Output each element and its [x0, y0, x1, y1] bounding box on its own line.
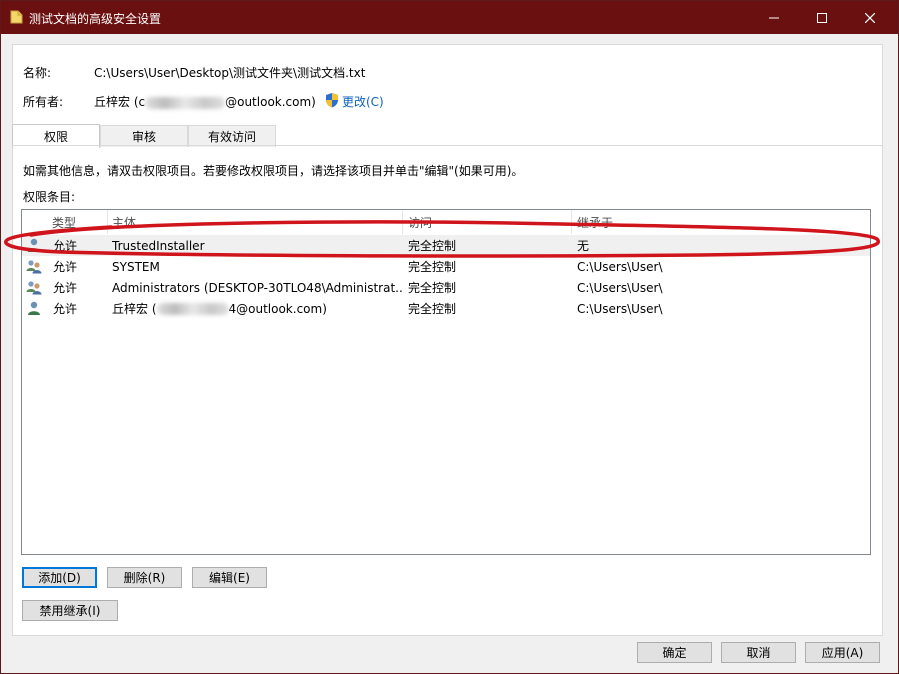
entry-principal: Administrators (DESKTOP-30TLO48\Administ… [112, 280, 402, 295]
close-icon [865, 12, 875, 23]
entry-principal: 丘梓宏 ( 4@outlook.com) [112, 298, 327, 319]
entry-type: 允许 [53, 239, 78, 253]
entry-access: 完全控制 [408, 281, 457, 295]
principal-email: 4@outlook.com) [228, 301, 327, 316]
table-row[interactable]: 允许 丘梓宏 ( 4@outlook.com) 完全控制 C:\Users\Use… [22, 298, 870, 319]
owner-name: 丘梓宏 (c [94, 95, 146, 109]
file-icon [10, 10, 23, 24]
owner-label: 所有者: [23, 95, 64, 109]
dialog-window: 测试文档的高级安全设置 名称: C:\Users\User\Desktop\测试… [0, 0, 899, 674]
ok-button[interactable]: 确定 [637, 642, 712, 663]
table-row[interactable]: 允许 SYSTEM 完全控制 C:\Users\User\ [22, 256, 870, 277]
entry-type: 允许 [53, 281, 78, 295]
entry-inherited: C:\Users\User\ [577, 259, 663, 274]
group-icon [26, 260, 42, 274]
entry-type: 允许 [53, 302, 78, 316]
column-header-inherited[interactable]: 继承于 [571, 210, 867, 234]
edit-button[interactable]: 编辑(E) [192, 567, 267, 588]
entries-label: 权限条目: [23, 190, 76, 204]
redacted-blur [145, 96, 226, 109]
title-bar[interactable]: 测试文档的高级安全设置 [1, 1, 898, 34]
entry-access: 完全控制 [408, 239, 457, 253]
owner-value: 丘梓宏 (c @outlook.com) [94, 93, 316, 110]
maximize-icon [817, 12, 827, 23]
entry-type: 允许 [53, 260, 78, 274]
group-icon [26, 281, 42, 295]
maximize-button[interactable] [799, 1, 845, 34]
column-header-type[interactable]: 类型 [46, 210, 108, 234]
remove-button[interactable]: 删除(R) [107, 567, 182, 588]
entry-inherited: C:\Users\User\ [577, 301, 663, 316]
entry-access: 完全控制 [408, 302, 457, 316]
change-owner-link[interactable]: 更改(C) [342, 93, 384, 110]
entry-inherited: C:\Users\User\ [577, 280, 663, 295]
permission-entries-list[interactable]: 类型 主体 访问 继承于 允许 TrustedInstaller 完全控制 无 … [21, 209, 871, 555]
entry-principal: SYSTEM [112, 259, 160, 274]
tab-label: 有效访问 [207, 130, 256, 144]
redacted-blur [156, 302, 229, 315]
minimize-icon [769, 17, 779, 18]
column-header-access[interactable]: 访问 [402, 210, 571, 234]
user-icon [28, 238, 40, 252]
column-header-principal[interactable]: 主体 [106, 210, 402, 234]
disable-inheritance-button[interactable]: 禁用继承(I) [22, 600, 118, 621]
apply-button[interactable]: 应用(A) [805, 642, 880, 663]
add-button[interactable]: 添加(D) [22, 567, 97, 588]
principal-name: 丘梓宏 ( [112, 302, 157, 316]
close-button[interactable] [847, 1, 893, 34]
hint-text: 如需其他信息，请双击权限项目。若要修改权限项目，请选择该项目并单击"编辑"(如果… [23, 164, 524, 178]
tab-effective-access[interactable]: 有效访问 [188, 125, 276, 147]
tab-label: 权限 [43, 130, 68, 144]
uac-shield-icon [326, 93, 338, 108]
user-icon [28, 301, 40, 315]
tab-label: 审核 [131, 130, 156, 144]
entry-principal: TrustedInstaller [112, 238, 205, 253]
cancel-button[interactable]: 取消 [721, 642, 796, 663]
tab-auditing[interactable]: 审核 [100, 125, 188, 147]
table-row[interactable]: 允许 Administrators (DESKTOP-30TLO48\Admin… [22, 277, 870, 298]
window-title: 测试文档的高级安全设置 [29, 12, 162, 26]
entry-inherited: 无 [577, 239, 590, 253]
tab-divider [12, 145, 883, 146]
entry-access: 完全控制 [408, 260, 457, 274]
name-value: C:\Users\User\Desktop\测试文件夹\测试文档.txt [94, 66, 366, 80]
minimize-button[interactable] [751, 1, 797, 34]
table-row[interactable]: 允许 TrustedInstaller 完全控制 无 [22, 235, 870, 256]
owner-email: @outlook.com) [225, 95, 316, 109]
name-label: 名称: [23, 66, 52, 80]
